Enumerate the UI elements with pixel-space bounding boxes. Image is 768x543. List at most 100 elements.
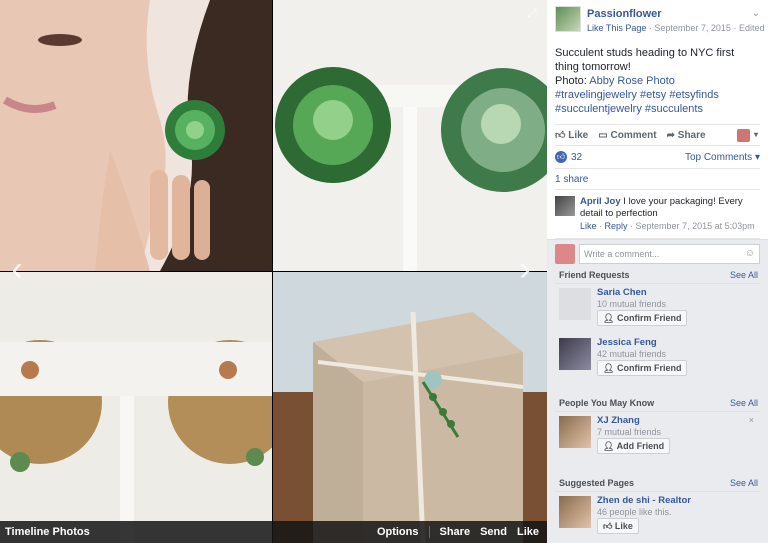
- avatar[interactable]: [559, 338, 591, 370]
- actor-avatar[interactable]: [737, 129, 750, 142]
- page-name[interactable]: Zhen de shi - Realtor: [597, 495, 691, 506]
- emoji-icon[interactable]: ☺: [745, 245, 755, 263]
- mutual-friends[interactable]: 10 mutual friends: [597, 299, 666, 309]
- viewer-avatar: [555, 244, 575, 264]
- suggested-pages-section: Suggested Pages See All Zhen de shi - Re…: [547, 472, 768, 543]
- thumbs-up-icon: 👍︎: [603, 521, 613, 531]
- options-button[interactable]: Options: [377, 526, 419, 538]
- comment-icon: ▭: [598, 129, 608, 141]
- like-action[interactable]: 👍︎ Like: [555, 129, 588, 141]
- photo-credit-prefix: Photo:: [555, 75, 590, 87]
- share-action[interactable]: ➦ Share: [667, 130, 706, 141]
- add-person-icon: 👤︎: [603, 313, 615, 323]
- post-side-panel: Passionflower Like This Page · September…: [547, 0, 768, 543]
- comment-timestamp[interactable]: September 7, 2015 at 5:03pm: [636, 221, 755, 231]
- send-button[interactable]: Send: [480, 526, 507, 538]
- post-card: Passionflower Like This Page · September…: [547, 0, 768, 264]
- like-page-button[interactable]: 👍︎ Like: [597, 518, 639, 534]
- friend-requests-section: Friend Requests See All Saria Chen 10 mu…: [547, 264, 768, 388]
- see-all-link[interactable]: See All: [730, 478, 758, 488]
- chevron-right-icon[interactable]: ›: [514, 252, 536, 286]
- add-person-icon: 👤︎: [603, 441, 615, 451]
- like-bubble-icon: 👍︎: [555, 151, 567, 163]
- likes-row: 👍︎ 32 Top Comments ▾: [555, 146, 760, 168]
- hashtags[interactable]: #travelingjewelry #etsy #etsyfinds #succ…: [555, 88, 760, 116]
- confirm-friend-label: Confirm Friend: [616, 313, 682, 323]
- suggested-page-item: Zhen de shi - Realtor 46 people like thi…: [555, 492, 760, 542]
- photo-viewer: ‹ › ⤢ Timeline Photos Options Share Send…: [0, 0, 547, 543]
- post-header: Passionflower Like This Page · September…: [555, 6, 768, 40]
- person-name[interactable]: Jessica Feng: [597, 337, 657, 348]
- add-friend-button[interactable]: 👤︎ Add Friend: [597, 438, 671, 454]
- write-comment-row: Write a comment... ☺: [555, 238, 760, 266]
- suggested-pages-header: Suggested Pages See All: [555, 472, 760, 492]
- confirm-friend-label: Confirm Friend: [616, 363, 682, 373]
- comment-footer: Like · Reply · September 7, 2015 at 5:03…: [580, 221, 755, 231]
- people-you-may-know-section: People You May Know See All XJ Zhang 7 m…: [547, 392, 768, 458]
- top-comments-label: Top Comments: [684, 151, 753, 163]
- section-title: People You May Know: [559, 398, 655, 408]
- comment-action-label: Comment: [610, 129, 657, 141]
- comment-author[interactable]: April Joy: [580, 196, 621, 207]
- friend-request-item: Saria Chen 10 mutual friends 👤︎ Confirm …: [555, 284, 760, 334]
- share-action-label: Share: [677, 129, 706, 141]
- divider: [428, 526, 430, 538]
- like-action-label: Like: [568, 130, 589, 141]
- photo-credit-link[interactable]: Abby Rose Photo: [589, 75, 675, 87]
- post-meta: Like This Page · September 7, 2015 · Edi…: [587, 23, 768, 33]
- friend-requests-header: Friend Requests See All: [555, 264, 760, 284]
- person-name[interactable]: XJ Zhang: [597, 415, 640, 426]
- top-comments-dropdown[interactable]: Top Comments ▾: [685, 152, 760, 163]
- section-title: Friend Requests: [559, 270, 630, 280]
- post-date[interactable]: September 7, 2015: [654, 23, 731, 33]
- edited-label[interactable]: Edited: [739, 23, 765, 33]
- caret-down-icon[interactable]: ▾: [754, 130, 758, 139]
- comment-input[interactable]: Write a comment... ☺: [579, 244, 760, 264]
- page-avatar[interactable]: [555, 6, 581, 32]
- post-caption: Succulent studs heading to NYC first thi…: [555, 47, 735, 73]
- avatar[interactable]: [559, 288, 591, 320]
- comment-body: April Joy I love your packaging! Every d…: [580, 196, 760, 220]
- chevron-down-icon[interactable]: ⌄: [752, 8, 760, 19]
- see-all-link[interactable]: See All: [730, 270, 758, 280]
- pymk-header: People You May Know See All: [555, 392, 760, 412]
- page-name-link[interactable]: Passionflower: [587, 8, 662, 20]
- expand-icon[interactable]: ⤢: [527, 6, 537, 21]
- comment-like-link[interactable]: Like: [580, 221, 597, 231]
- commenter-avatar[interactable]: [555, 196, 575, 216]
- confirm-friend-button[interactable]: 👤︎ Confirm Friend: [597, 360, 688, 376]
- album-label[interactable]: Timeline Photos: [5, 526, 90, 538]
- post-actions: 👍︎ Like ▭ Comment ➦ Share ▾: [555, 124, 760, 146]
- photo-tile-gift-box: [273, 272, 547, 543]
- section-title: Suggested Pages: [559, 478, 635, 488]
- like-page-link[interactable]: Like This Page: [587, 23, 646, 33]
- thumbs-up-icon: 👍︎: [555, 130, 566, 141]
- chevron-left-icon[interactable]: ‹: [6, 252, 28, 286]
- share-icon: ➦: [666, 129, 675, 141]
- comment-input-placeholder: Write a comment...: [584, 249, 660, 259]
- share-count[interactable]: 1 share: [555, 168, 760, 190]
- photo-tile-model: [0, 0, 272, 271]
- photo-tile-earrings-front: [273, 0, 547, 271]
- share-button[interactable]: Share: [440, 526, 471, 538]
- close-icon[interactable]: ×: [749, 415, 754, 425]
- comment-action[interactable]: ▭ Comment: [598, 130, 656, 141]
- like-page-label: Like: [614, 521, 633, 531]
- photo-tile-earrings-back: [0, 272, 272, 543]
- mutual-friends[interactable]: 42 mutual friends: [597, 349, 666, 359]
- person-name[interactable]: Saria Chen: [597, 287, 647, 298]
- add-person-icon: 👤︎: [603, 363, 615, 373]
- confirm-friend-button[interactable]: 👤︎ Confirm Friend: [597, 310, 688, 326]
- photo-action-bar: Timeline Photos Options Share Send Like: [0, 521, 547, 543]
- add-friend-label: Add Friend: [616, 441, 665, 451]
- comment-reply-link[interactable]: Reply: [605, 221, 628, 231]
- like-count[interactable]: 32: [571, 152, 582, 163]
- avatar[interactable]: [559, 416, 591, 448]
- see-all-link[interactable]: See All: [730, 398, 758, 408]
- page-likes[interactable]: 46 people like this.: [597, 507, 672, 517]
- pymk-item: XJ Zhang 7 mutual friends 👤︎ Add Friend …: [555, 412, 760, 462]
- page-avatar[interactable]: [559, 496, 591, 528]
- like-button[interactable]: Like: [517, 526, 539, 538]
- mutual-friends[interactable]: 7 mutual friends: [597, 427, 661, 437]
- post-text: Succulent studs heading to NYC first thi…: [555, 46, 760, 116]
